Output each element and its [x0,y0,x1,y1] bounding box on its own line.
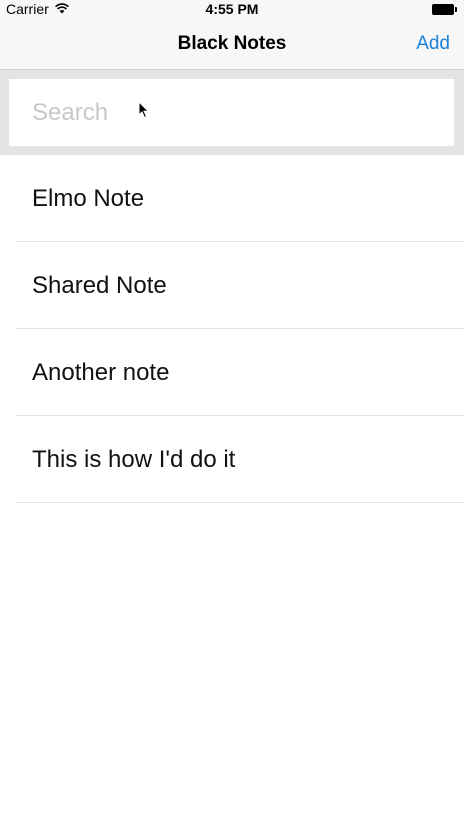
search-field-container [9,79,454,146]
list-item[interactable]: Shared Note [16,242,464,329]
list-item[interactable]: Elmo Note [16,155,464,242]
list-item[interactable]: This is how I'd do it [16,416,464,503]
navigation-bar: Black Notes Add [0,20,464,70]
add-button[interactable]: Add [416,33,450,55]
note-title: This is how I'd do it [32,446,236,473]
app-screen: Carrier 4:55 PM Black Notes Add Search E… [0,0,464,822]
note-title: Another note [32,359,170,386]
notes-list: Elmo Note Shared Note Another note This … [0,155,464,503]
status-time: 4:55 PM [205,1,259,17]
page-title: Black Notes [177,33,287,54]
search-input[interactable] [9,79,454,146]
note-title: Elmo Note [32,185,145,212]
search-bar [0,70,464,155]
mouse-pointer-icon [138,101,150,119]
note-title: Shared Note [32,272,167,299]
battery-icon [432,4,458,15]
status-bar: Carrier 4:55 PM [0,0,464,20]
list-item[interactable]: Another note [16,329,464,416]
